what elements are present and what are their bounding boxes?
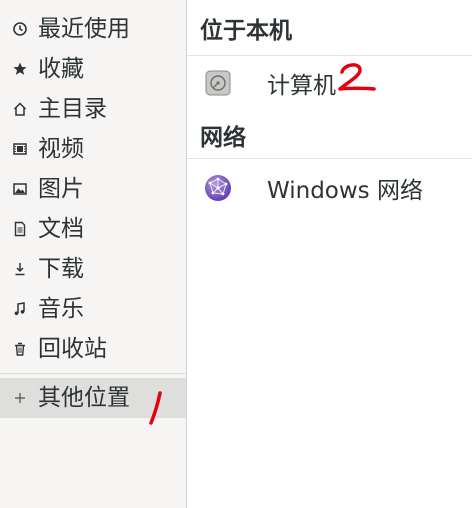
- document-icon: [12, 221, 28, 237]
- sidebar-item-label: 回收站: [38, 335, 107, 362]
- sidebar-item-trash[interactable]: 回收站: [0, 329, 186, 369]
- sidebar-item-label: 其他位置: [38, 384, 130, 411]
- sidebar-item-label: 下载: [38, 255, 84, 282]
- other-locations-view: 位于本机 计算机 网络 Windows 网络: [187, 0, 472, 508]
- sidebar-item-recent[interactable]: 最近使用: [0, 9, 186, 49]
- sidebar-item-documents[interactable]: 文档: [0, 209, 186, 249]
- home-icon: [12, 101, 28, 117]
- download-icon: [12, 261, 28, 277]
- sidebar-item-label: 主目录: [38, 95, 107, 122]
- sidebar-item-other-locations[interactable]: 其他位置: [0, 378, 186, 418]
- sidebar-item-downloads[interactable]: 下载: [0, 249, 186, 289]
- clock-icon: [12, 21, 28, 37]
- plus-icon: [12, 390, 28, 406]
- sidebar-item-pictures[interactable]: 图片: [0, 169, 186, 209]
- section-header-networks: 网络: [187, 109, 472, 159]
- place-label: Windows 网络: [267, 177, 423, 204]
- sidebar-item-starred[interactable]: 收藏: [0, 49, 186, 89]
- sidebar: 最近使用 收藏 主目录 视频 图片 文档 下载 音乐 回收站 其他位置: [0, 0, 187, 508]
- image-icon: [12, 181, 28, 197]
- place-row-windows-network[interactable]: Windows 网络: [187, 161, 472, 214]
- file-manager-window: 最近使用 收藏 主目录 视频 图片 文档 下载 音乐 回收站 其他位置 位于本机…: [0, 0, 472, 508]
- sidebar-item-label: 收藏: [38, 55, 84, 82]
- sidebar-item-label: 音乐: [38, 295, 84, 322]
- place-row-computer[interactable]: 计算机: [187, 56, 472, 109]
- trash-icon: [12, 341, 28, 357]
- network-globe-icon: [203, 173, 233, 203]
- place-label: 计算机: [267, 72, 336, 99]
- harddisk-icon: [203, 68, 233, 98]
- sidebar-item-label: 视频: [38, 135, 84, 162]
- music-icon: [12, 301, 28, 317]
- star-icon: [12, 61, 28, 77]
- sidebar-item-home[interactable]: 主目录: [0, 89, 186, 129]
- section-header-on-this-computer: 位于本机: [187, 0, 472, 56]
- sidebar-separator: [0, 373, 186, 374]
- sidebar-item-music[interactable]: 音乐: [0, 289, 186, 329]
- sidebar-item-label: 文档: [38, 215, 84, 242]
- sidebar-item-videos[interactable]: 视频: [0, 129, 186, 169]
- sidebar-item-label: 图片: [38, 175, 84, 202]
- sidebar-item-label: 最近使用: [38, 15, 130, 42]
- film-icon: [12, 141, 28, 157]
